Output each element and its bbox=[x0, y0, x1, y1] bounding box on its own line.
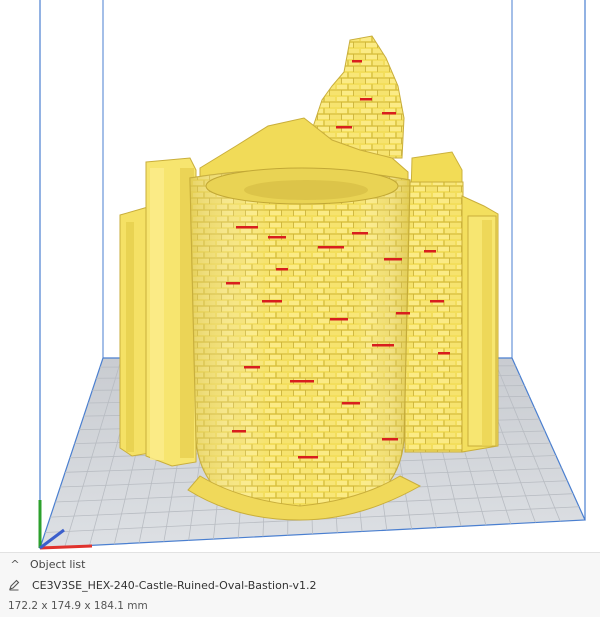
x-axis-icon bbox=[39, 544, 93, 550]
scene-canvas[interactable] bbox=[0, 0, 600, 552]
pencil-icon[interactable] bbox=[8, 579, 22, 591]
object-dimensions: 172.2 x 174.9 x 184.1 mm bbox=[8, 600, 148, 612]
object-dimensions-row: 172.2 x 174.9 x 184.1 mm bbox=[0, 598, 600, 614]
overhang-mark bbox=[232, 430, 246, 433]
overhang-mark bbox=[382, 112, 396, 115]
object-name-row[interactable]: CE3V3SE_HEX-240-Castle-Ruined-Oval-Basti… bbox=[0, 576, 600, 594]
model-castle-ruined-oval-bastion[interactable] bbox=[119, 35, 499, 521]
overhang-mark bbox=[382, 438, 398, 441]
model-part bbox=[404, 181, 464, 453]
model-part bbox=[150, 168, 164, 460]
overhang-mark bbox=[352, 60, 362, 63]
object-list-header[interactable]: ^ Object list bbox=[0, 555, 600, 573]
overhang-mark bbox=[438, 352, 450, 355]
overhang-mark bbox=[372, 344, 394, 347]
overhang-mark bbox=[430, 300, 444, 303]
model-part bbox=[482, 220, 492, 446]
object-list-panel: ^ Object list CE3V3SE_HEX-240-Castle-Rui… bbox=[0, 552, 600, 617]
overhang-mark bbox=[352, 232, 368, 235]
overhang-mark bbox=[318, 246, 344, 249]
overhang-mark bbox=[360, 98, 372, 101]
model-part bbox=[126, 222, 134, 452]
model-tower-opening bbox=[244, 180, 368, 200]
overhang-mark bbox=[298, 456, 318, 459]
overhang-mark bbox=[384, 258, 402, 261]
overhang-mark bbox=[336, 126, 352, 129]
3d-viewport[interactable] bbox=[0, 0, 600, 552]
overhang-mark bbox=[236, 226, 258, 229]
model-tower-shading bbox=[190, 169, 410, 513]
chevron-up-icon[interactable]: ^ bbox=[8, 558, 22, 571]
object-list-label: Object list bbox=[30, 557, 86, 571]
overhang-mark bbox=[244, 366, 260, 369]
overhang-mark bbox=[290, 380, 314, 383]
overhang-mark bbox=[262, 300, 282, 303]
overhang-mark bbox=[276, 268, 288, 271]
overhang-mark bbox=[268, 236, 286, 239]
overhang-mark bbox=[226, 282, 240, 285]
overhang-mark bbox=[330, 318, 348, 321]
object-name[interactable]: CE3V3SE_HEX-240-Castle-Ruined-Oval-Basti… bbox=[32, 579, 316, 592]
overhang-mark bbox=[342, 402, 360, 405]
overhang-mark bbox=[396, 312, 410, 315]
overhang-mark bbox=[424, 250, 436, 253]
